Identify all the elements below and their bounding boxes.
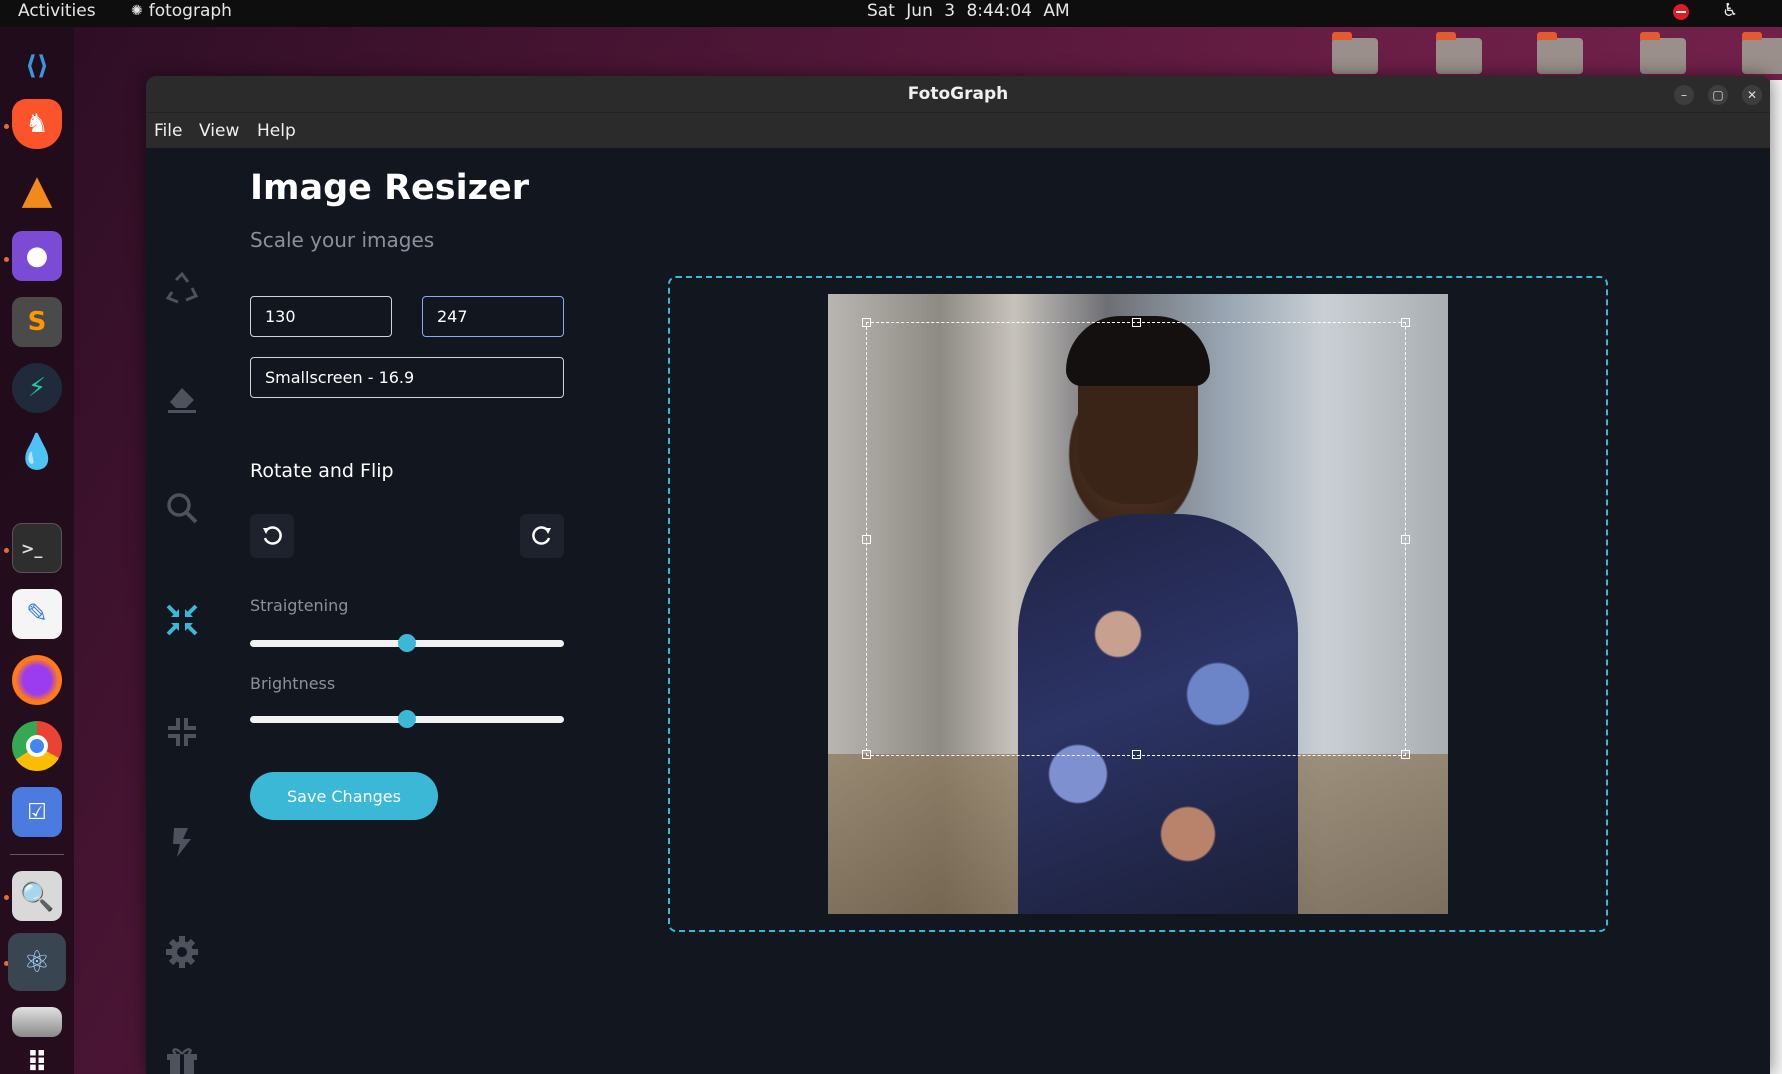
desktop-folder-icon[interactable] [1742,32,1782,74]
close-button[interactable]: ✕ [1742,85,1762,105]
window-title: FotoGraph [907,84,1009,104]
brightness-label: Brightness [250,674,336,693]
menu-help[interactable]: Help [257,121,296,141]
height-input[interactable] [422,296,564,337]
vlc-icon[interactable]: ▲ [12,165,62,215]
terminal-icon[interactable]: >_ [12,523,62,573]
running-indicator [4,895,9,900]
github-desktop-icon[interactable]: ● [12,231,62,281]
straightening-label: Straigtening [250,596,349,615]
crop-handle-top-left[interactable] [862,318,871,327]
sublime-text-icon[interactable]: S [12,297,62,347]
fotograph-window: FotoGraph – ▢ ✕ File View Help Image Res… [146,76,1770,1074]
accessibility-icon[interactable]: ♿ [1722,0,1738,21]
preset-select[interactable] [250,357,564,398]
rotate-right-button[interactable] [520,514,564,558]
desktop-folder-icon[interactable] [1436,32,1482,74]
eraser-icon[interactable] [164,380,200,416]
crop-handle-top[interactable] [1132,318,1141,327]
dock: ⟨⟩ ♞ ▲ ● S ⚡ 💧 >_ ✎ ☑ 🔍 ⚛ ⠿ [0,27,74,1074]
crop-handle-bottom-right[interactable] [1401,750,1410,759]
page-subtitle: Scale your images [250,228,435,252]
bolt-icon[interactable] [164,824,200,860]
text-editor-icon[interactable]: ✎ [12,589,62,639]
activities-button[interactable]: Activities [18,1,96,21]
crop-handle-bottom[interactable] [1132,750,1141,759]
menu-view[interactable]: View [199,121,239,141]
clock[interactable]: Sat Jun 3 8:44:04 AM [867,1,1070,21]
firefox-icon[interactable] [12,655,62,705]
brave-icon[interactable]: ♞ [12,99,62,149]
dock-separator [10,854,64,855]
compress-icon[interactable] [164,714,200,750]
gear-icon[interactable] [164,934,200,970]
page-title: Image Resizer [250,168,529,208]
chrome-icon[interactable] [12,721,62,771]
menu-bar: File View Help [146,112,1770,148]
rotate-right-icon [532,526,551,545]
top-bar: Activities ✺ fotograph Sat Jun 3 8:44:04… [0,0,1782,27]
compress-arrows-icon[interactable] [164,602,200,638]
desktop-folder-icon[interactable] [1640,32,1686,74]
minimize-button[interactable]: – [1674,85,1694,105]
brightness-slider[interactable] [250,710,564,728]
width-input[interactable] [250,296,392,337]
save-changes-button[interactable]: Save Changes [250,772,438,820]
desktop-folder-icon[interactable] [1332,32,1378,74]
crop-handle-left[interactable] [862,535,871,544]
crop-box[interactable] [862,318,1410,759]
app-grid-icon[interactable]: ⠿ [12,1037,62,1074]
vscode-icon[interactable]: ⟨⟩ [12,41,62,91]
fotograph-icon[interactable]: ⚛ [8,933,66,991]
running-indicator [4,548,9,553]
do-not-disturb-icon[interactable] [1673,4,1689,20]
background-window-edge [1770,80,1782,1074]
water-icon[interactable]: 💧 [12,427,62,477]
recycle-icon[interactable] [164,270,200,306]
rotate-left-icon [263,526,282,545]
straightening-slider[interactable] [250,634,564,652]
crop-handle-bottom-left[interactable] [862,750,871,759]
brightness-slider-thumb[interactable] [398,710,416,728]
straightening-slider-thumb[interactable] [398,634,416,652]
rotate-flip-heading: Rotate and Flip [250,460,394,482]
fotograph-small-icon: ✺ [131,3,143,19]
tasks-icon[interactable]: ☑ [12,787,62,837]
drive-icon[interactable] [12,1007,62,1037]
tool-sidebar [146,148,218,1074]
search-icon[interactable] [164,490,200,526]
title-bar[interactable]: FotoGraph – ▢ ✕ [146,76,1770,112]
postman-icon[interactable]: ⚡ [12,363,62,413]
menu-file[interactable]: File [154,121,182,141]
crop-handle-right[interactable] [1401,535,1410,544]
running-indicator [4,257,9,262]
gift-icon[interactable] [164,1044,200,1074]
crop-handle-top-right[interactable] [1401,318,1410,327]
app-name-label: fotograph [148,1,232,21]
running-indicator [4,124,9,129]
app-menu[interactable]: ✺ fotograph [131,1,232,21]
desktop-folder-icon[interactable] [1537,32,1583,74]
rotate-left-button[interactable] [250,514,294,558]
maximize-button[interactable]: ▢ [1708,85,1728,105]
image-viewer-icon[interactable]: 🔍 [12,871,62,921]
